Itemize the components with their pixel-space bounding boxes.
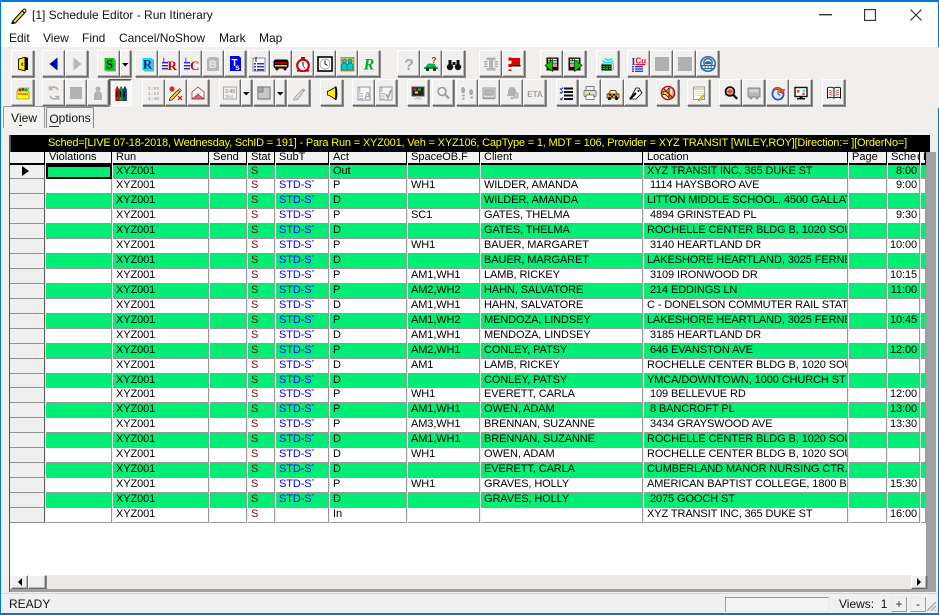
svg-text:R: R xyxy=(142,57,152,71)
svg-text:S: S xyxy=(106,57,113,71)
svg-text:A: A xyxy=(364,91,371,101)
svg-text:B: B xyxy=(209,59,217,71)
svg-text:I: I xyxy=(255,57,257,64)
svg-text:R: R xyxy=(168,58,178,72)
svg-text:?: ? xyxy=(432,56,437,65)
svg-text:R: R xyxy=(363,56,375,72)
svg-text:ETA: ETA xyxy=(527,90,543,99)
svg-text:?: ? xyxy=(404,57,414,72)
svg-text:Text: Text xyxy=(225,94,234,99)
svg-text:C: C xyxy=(190,58,199,72)
svg-text:1:40: 1:40 xyxy=(148,96,159,101)
svg-text:s: s xyxy=(235,63,240,72)
